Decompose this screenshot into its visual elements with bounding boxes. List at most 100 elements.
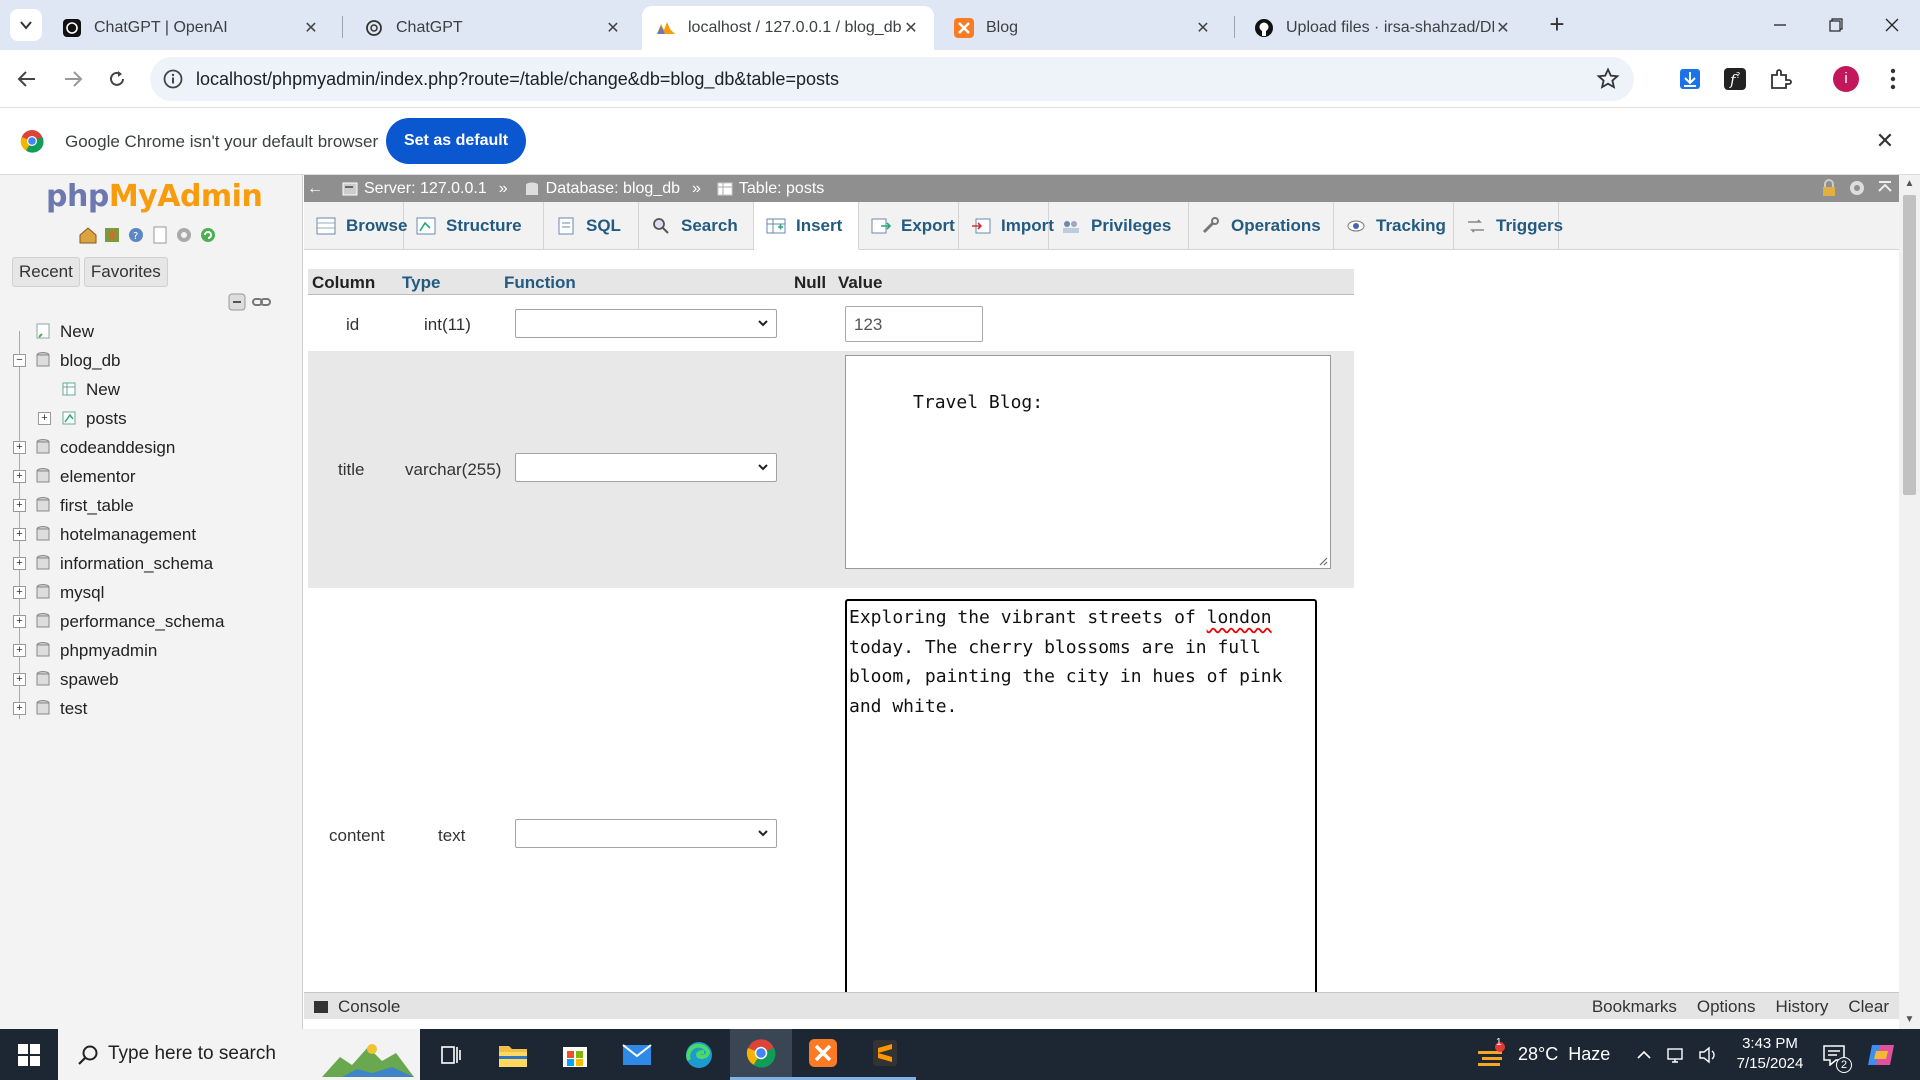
back-button[interactable] (12, 64, 42, 94)
expand-icon[interactable]: + (13, 499, 26, 512)
tab-sql[interactable]: SQL (544, 202, 639, 250)
breadcrumb-label[interactable]: Server: 127.0.0.1 (364, 180, 487, 198)
expand-icon[interactable]: + (13, 470, 26, 483)
tab-structure[interactable]: Structure (404, 202, 544, 250)
tree-label[interactable]: first_table (60, 496, 134, 516)
breadcrumb-server[interactable]: Server: 127.0.0.1 (342, 180, 487, 198)
tab-triggers[interactable]: Triggers (1454, 202, 1563, 250)
profile-avatar[interactable]: i (1831, 64, 1861, 94)
expand-icon[interactable]: + (13, 586, 26, 599)
console-label[interactable]: Console (338, 997, 400, 1017)
tree-item-database[interactable]: + spaweb (0, 665, 300, 694)
title-value-textarea[interactable]: Travel Blog: (845, 355, 1331, 569)
taskbar-search-box[interactable]: Type here to search (58, 1029, 420, 1080)
browser-tab-phpmyadmin[interactable]: localhost / 127.0.0.1 / blog_db / ✕ (642, 6, 934, 50)
chevron-up-icon[interactable] (1636, 1047, 1652, 1063)
expand-icon[interactable]: + (13, 441, 26, 454)
console-options-link[interactable]: Options (1697, 997, 1756, 1017)
browser-tab-github[interactable]: Upload files · irsa-shahzad/DEP ✕ (1240, 6, 1526, 50)
tree-label[interactable]: blog_db (60, 351, 121, 371)
tree-label[interactable]: New (60, 322, 94, 342)
reload-button[interactable] (102, 64, 132, 94)
header-type[interactable]: Type (402, 273, 440, 293)
tree-item-database[interactable]: + performance_schema (0, 607, 300, 636)
gear-icon[interactable] (174, 225, 194, 245)
tab-search-button[interactable] (10, 9, 42, 41)
id-value-input[interactable]: 123 (845, 306, 983, 342)
browser-tab-chatgpt[interactable]: ChatGPT ✕ (350, 6, 636, 50)
tree-item-blog-db-new[interactable]: New (0, 375, 300, 404)
expand-icon[interactable]: + (13, 615, 26, 628)
address-bar[interactable]: localhost/phpmyadmin/index.php?route=/ta… (150, 57, 1634, 101)
tree-label[interactable]: codeanddesign (60, 438, 175, 458)
tree-label[interactable]: spaweb (60, 670, 119, 690)
extension-button[interactable]: f? (1720, 64, 1750, 94)
tab-insert[interactable]: Insert (754, 202, 859, 250)
resize-handle-icon[interactable] (1318, 556, 1328, 566)
expand-icon[interactable]: + (13, 528, 26, 541)
lock-icon[interactable] (1820, 179, 1838, 197)
browser-tab-blog[interactable]: Blog ✕ (940, 6, 1226, 50)
download-button[interactable] (1675, 64, 1705, 94)
tree-item-database[interactable]: + test (0, 694, 300, 723)
collapse-nav-icon[interactable]: ← (304, 180, 326, 198)
content-value-textarea[interactable]: Exploring the vibrant streets of london … (845, 599, 1317, 1019)
gear-icon[interactable] (1848, 179, 1866, 197)
start-button[interactable] (0, 1029, 58, 1080)
sublime-text-button[interactable] (854, 1029, 916, 1080)
url-text[interactable]: localhost/phpmyadmin/index.php?route=/ta… (196, 69, 839, 90)
window-close-button[interactable] (1864, 0, 1920, 50)
breadcrumb-label[interactable]: Database: blog_db (546, 180, 680, 198)
close-icon[interactable]: ✕ (1494, 18, 1512, 38)
expand-icon[interactable]: + (13, 557, 26, 570)
reload-icon[interactable] (198, 225, 218, 245)
tree-label[interactable]: posts (86, 409, 127, 429)
scrollbar-thumb[interactable] (1903, 195, 1916, 495)
close-icon[interactable]: ✕ (604, 18, 622, 38)
close-icon[interactable]: ✕ (302, 18, 320, 38)
microsoft-store-button[interactable] (544, 1029, 606, 1080)
tree-item-new[interactable]: New (0, 317, 300, 346)
home-icon[interactable] (78, 225, 98, 245)
network-icon[interactable] (1666, 1046, 1684, 1064)
weather-widget[interactable]: 1 28°C Haze (1476, 1029, 1610, 1080)
help-icon[interactable]: ? (126, 225, 146, 245)
recent-tab[interactable]: Recent (12, 257, 80, 287)
browser-tab-chatgpt-openai[interactable]: ChatGPT | OpenAI ✕ (48, 6, 334, 50)
console-bookmarks-link[interactable]: Bookmarks (1592, 997, 1677, 1017)
forward-button[interactable] (58, 64, 88, 94)
tree-item-database[interactable]: + elementor (0, 462, 300, 491)
system-clock[interactable]: 3:43 PM 7/15/2024 (1720, 1034, 1820, 1074)
console-toggle[interactable]: Console (314, 997, 400, 1017)
tree-label[interactable]: test (60, 699, 87, 719)
function-select[interactable] (515, 309, 777, 338)
collapse-all-icon[interactable] (228, 293, 248, 316)
edge-button[interactable] (668, 1029, 730, 1080)
tree-label[interactable]: elementor (60, 467, 136, 487)
extensions-menu-button[interactable] (1765, 64, 1795, 94)
tree-label[interactable]: information_schema (60, 554, 213, 574)
header-function[interactable]: Function (504, 273, 576, 293)
tab-privileges[interactable]: Privileges (1049, 202, 1189, 250)
close-icon[interactable]: ✕ (902, 18, 920, 38)
function-select[interactable] (515, 819, 777, 848)
bookmark-star-icon[interactable] (1596, 67, 1620, 91)
main-scrollbar[interactable]: ▲ ▼ (1899, 175, 1920, 1029)
restore-button[interactable] (1808, 0, 1864, 50)
scroll-down-arrow[interactable]: ▼ (1899, 1011, 1920, 1029)
scroll-up-arrow[interactable]: ▲ (1899, 175, 1920, 193)
expand-icon[interactable]: + (13, 644, 26, 657)
tree-label[interactable]: mysql (60, 583, 104, 603)
expand-icon[interactable]: + (13, 673, 26, 686)
tree-item-blog-db[interactable]: − blog_db (0, 346, 300, 375)
close-icon[interactable]: ✕ (1872, 128, 1898, 154)
phpmyadmin-logo[interactable]: phpMyAdmin (46, 179, 263, 214)
info-icon[interactable] (162, 68, 184, 90)
copilot-button[interactable] (1866, 1029, 1896, 1080)
notification-center-button[interactable]: 2 (1822, 1029, 1852, 1080)
file-explorer-button[interactable] (482, 1029, 544, 1080)
function-select[interactable] (515, 453, 777, 482)
xampp-taskbar-button[interactable] (792, 1029, 854, 1080)
collapse-up-icon[interactable] (1876, 179, 1894, 197)
mail-button[interactable] (606, 1029, 668, 1080)
